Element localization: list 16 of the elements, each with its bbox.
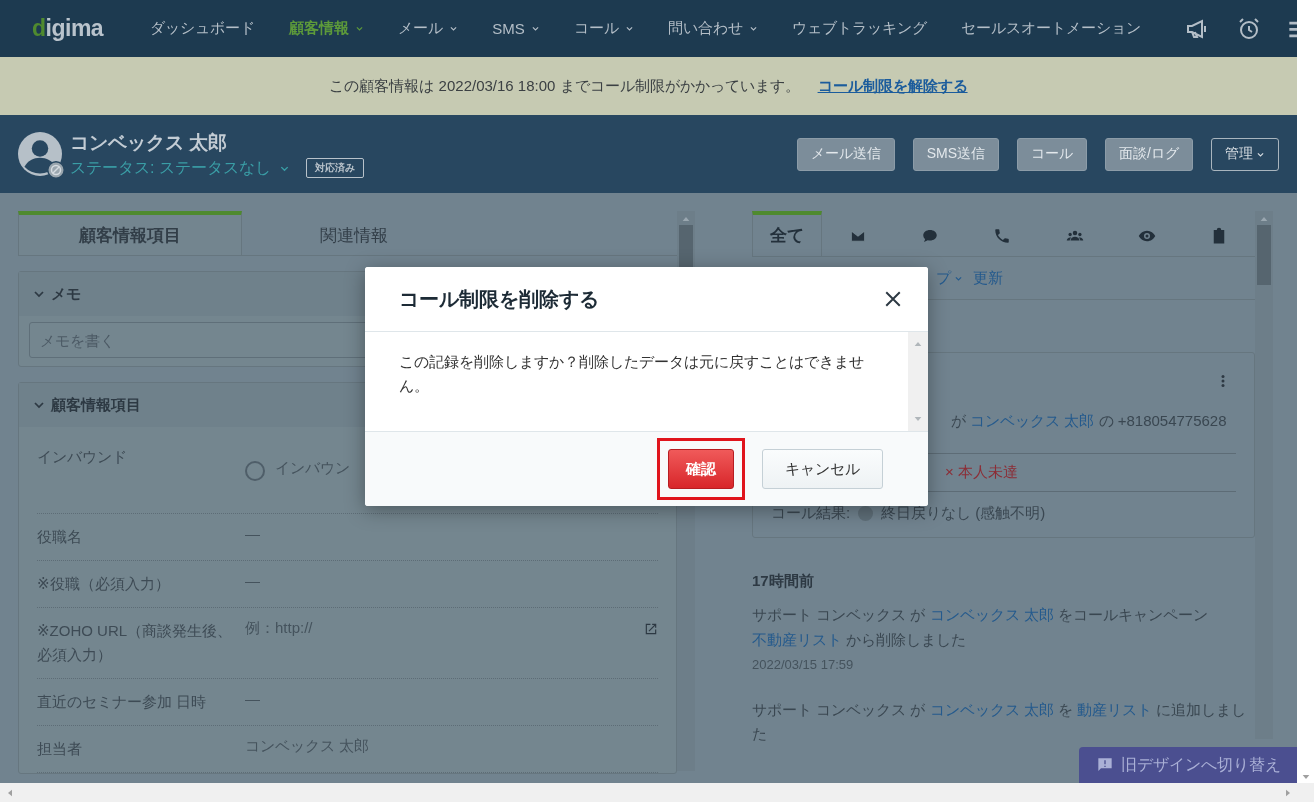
relative-time: 17時間前 xyxy=(752,572,815,591)
field-value: — xyxy=(245,525,260,542)
field-label: インバウンド xyxy=(37,447,128,467)
status-badge: 対応済み xyxy=(305,158,364,178)
field-label: 役職名 xyxy=(37,527,83,547)
field-label: ※役職（必須入力） xyxy=(37,574,171,594)
field-label: ※ZOHO URL（商談発生後、必須入力） xyxy=(37,621,234,665)
field-value: — xyxy=(245,690,260,707)
activity-text: サポート コンベックス が コンベックス 太郎 をコールキャンペーン 不動産リスト から削除しました xyxy=(752,605,1209,650)
customer-name: コンベックス 太郎 xyxy=(70,130,229,155)
field-value: — xyxy=(245,572,260,589)
dialog-title: コール制限を削除する xyxy=(399,286,600,312)
field-label: 直近のセミナー参加 日時 xyxy=(37,692,208,712)
field-label: 担当者 xyxy=(37,739,83,759)
notice-text: この顧客情報は 2022/03/16 18:00 までコール制限がかかっています。 xyxy=(329,76,800,96)
activity-text: サポート コンベックス が コンベックス 太郎 を 動産リスト に追加しました xyxy=(752,699,1248,745)
